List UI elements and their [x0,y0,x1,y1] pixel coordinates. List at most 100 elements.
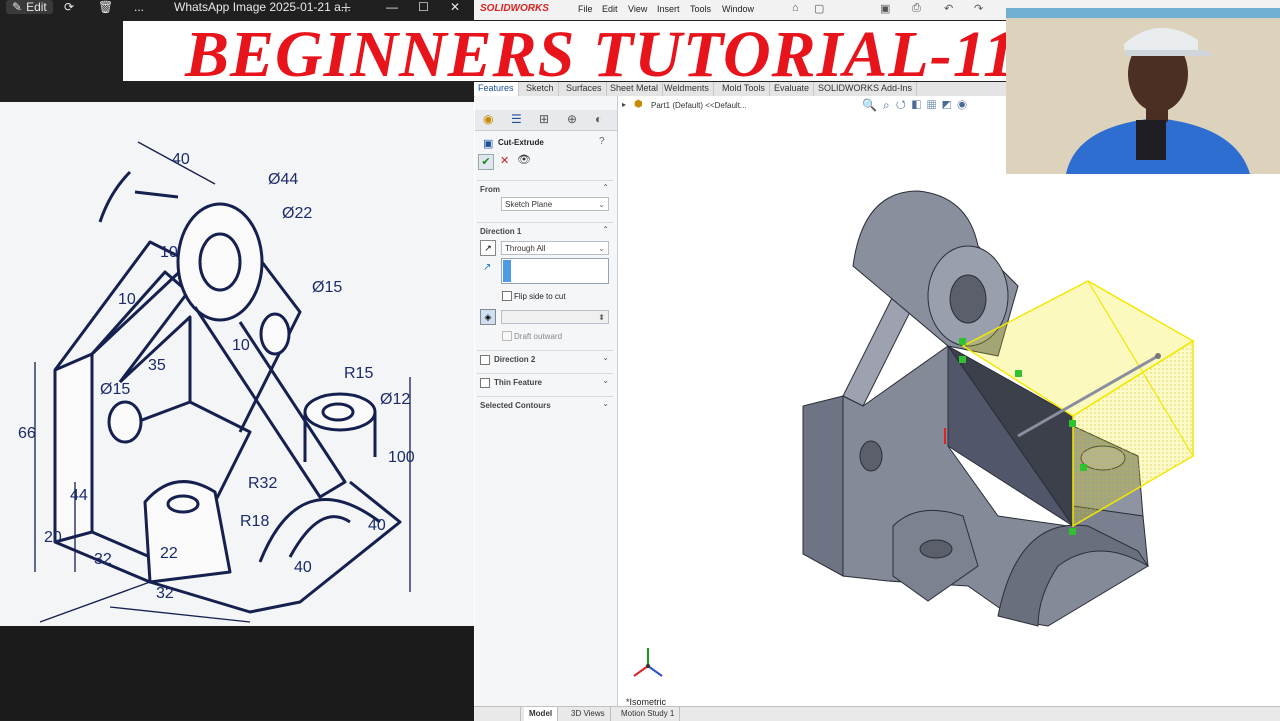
dim-label: 22 [160,545,178,562]
manager-tabs: ◉ ☰ ⊞ ⊕ ◐ [475,110,617,131]
tab-sketch[interactable]: Sketch [522,80,559,96]
direction2-label: Direction 2 [494,355,536,364]
help-icon[interactable]: ? [599,136,605,147]
more-button[interactable]: ... [134,0,144,14]
photo-viewer-filmstrip [0,626,474,720]
tab-weldments[interactable]: Weldments [660,80,714,96]
dim-label: 32 [94,551,112,568]
rotate-icon[interactable]: ⟳ [64,0,74,14]
direction-selection-box[interactable] [501,258,609,284]
dim-label: Ø15 [100,381,130,398]
banner-title: BEGINNERS TUTORIAL-11 [184,20,1018,82]
graphics-area[interactable]: ▸ ⬢ Part1 (Default) <<Default... 🔍⌕↺◧▦◩◉ [618,96,1280,707]
undo-icon[interactable]: ↶ [944,2,953,15]
dim-label: Ø15 [312,279,342,296]
from-dropdown[interactable]: Sketch Plane ⌄ [501,197,609,211]
tab-sheet-metal[interactable]: Sheet Metal [606,80,664,96]
tab-addins[interactable]: SOLIDWORKS Add-Ins [814,80,918,96]
dim-label: 10 [118,291,136,308]
feature-manager-icon[interactable]: ◉ [483,112,493,126]
window-title: WhatsApp Image 2025-01-21 a... [174,0,351,14]
menu-view[interactable]: View [628,4,647,14]
direction2-checkbox[interactable] [480,355,490,365]
bottom-tabs-bar: Model 3D Views Motion Study 1 [474,706,1280,721]
3d-model-view[interactable] [618,96,1280,706]
menu-window[interactable]: Window [722,4,754,14]
dim-label: 44 [70,487,88,504]
dim-label: R18 [240,513,269,530]
tab-model[interactable]: Model [524,707,559,721]
dim-label: 66 [18,425,36,442]
direction-arrow-icon: ↗ [483,262,492,273]
configuration-manager-icon[interactable]: ⊞ [539,112,549,126]
print-icon[interactable]: ⎙ [912,2,921,15]
thin-feature-checkbox[interactable] [480,378,490,388]
tab-nav-arrows[interactable] [474,707,521,721]
cut-extrude-icon: ▣ [483,138,494,150]
chevron-up-icon[interactable]: ⌃ [602,225,609,234]
new-file-icon[interactable]: ▢ [814,2,824,15]
close-icon[interactable]: ✕ [450,0,460,14]
tab-evaluate[interactable]: Evaluate [770,80,815,96]
tab-motion-study[interactable]: Motion Study 1 [616,707,681,721]
drawing-svg: 40 Ø44 Ø22 10 10 Ø15 35 Ø15 10 R15 Ø12 6… [18,141,415,623]
chevron-up-icon[interactable]: ⌃ [602,183,609,192]
isometric-drawing-image: 40 Ø44 Ø22 10 10 Ø15 35 Ø15 10 R15 Ø12 6… [0,102,474,626]
end-condition-dropdown[interactable]: Through All ⌄ [501,241,609,255]
delete-icon[interactable]: 🗑 [98,0,113,14]
dim-label: 20 [44,529,62,546]
preview-eye-icon[interactable]: 👁 [517,153,531,166]
ok-check-icon[interactable]: ✔ [478,154,494,170]
draft-angle-spinner[interactable]: ⬍ [501,310,609,324]
draft-outward-checkbox[interactable] [502,331,512,341]
maximize-icon[interactable]: ☐ [418,0,429,14]
dim-label: Ø22 [282,205,312,222]
presenter-video [1006,8,1280,174]
home-icon[interactable]: ⌂ [792,2,799,14]
dim-label: 10 [160,244,178,261]
dim-label: R32 [248,475,277,492]
tab-surfaces[interactable]: Surfaces [562,80,607,96]
chevron-down-icon[interactable]: ⌄ [602,399,609,408]
selection-indicator [503,260,511,282]
direction2-section[interactable]: Direction 2 ⌄ [477,350,613,369]
end-condition-value: Through All [505,244,546,253]
new-window-icon[interactable]: ＋ [340,0,352,15]
tab-mold-tools[interactable]: Mold Tools [718,80,770,96]
cancel-x-icon[interactable]: ✕ [500,154,509,167]
direction1-section[interactable]: Direction 1 ⌃ [477,222,613,241]
reverse-direction-icon[interactable]: ↗ [480,240,496,256]
property-manager-icon[interactable]: ☰ [511,112,522,126]
view-triad [633,648,663,677]
chevron-down-icon: ⌄ [598,244,605,253]
menu-file[interactable]: File [578,4,593,14]
tab-features[interactable]: Features [474,80,519,96]
thin-feature-section[interactable]: Thin Feature ⌄ [477,373,613,392]
edit-button[interactable]: ✎ Edit [6,0,53,14]
display-manager-icon[interactable]: ◐ [595,112,602,126]
redo-icon[interactable]: ↷ [974,2,983,15]
solidworks-logo: SOLIDWORKS [480,3,549,14]
dim-label: 40 [172,151,190,168]
tutorial-title-banner: BEGINNERS TUTORIAL-11 [122,20,1078,82]
chevron-down-icon[interactable]: ⌄ [602,353,609,362]
menu-insert[interactable]: Insert [657,4,680,14]
dim-label: 35 [148,357,166,374]
selected-contours-label: Selected Contours [480,401,551,410]
selected-contours-section[interactable]: Selected Contours ⌄ [477,396,613,415]
menu-tools[interactable]: Tools [690,4,711,14]
chevron-down-icon[interactable]: ⌄ [602,376,609,385]
flip-side-checkbox[interactable] [502,291,512,301]
spinner-icon: ⬍ [598,313,605,322]
tab-3d-views[interactable]: 3D Views [566,707,611,721]
menu-edit[interactable]: Edit [602,4,618,14]
draft-icon[interactable]: ◈ [480,309,496,325]
dim-label: 10 [232,337,250,354]
webcam-overlay [1006,8,1280,174]
minimize-icon[interactable]: — [386,0,398,14]
dimxpert-icon[interactable]: ⊕ [567,112,577,126]
save-icon[interactable]: ▣ [880,2,890,15]
from-label: From [480,185,500,194]
dim-label: 100 [388,449,415,466]
dim-label: 40 [294,559,312,576]
